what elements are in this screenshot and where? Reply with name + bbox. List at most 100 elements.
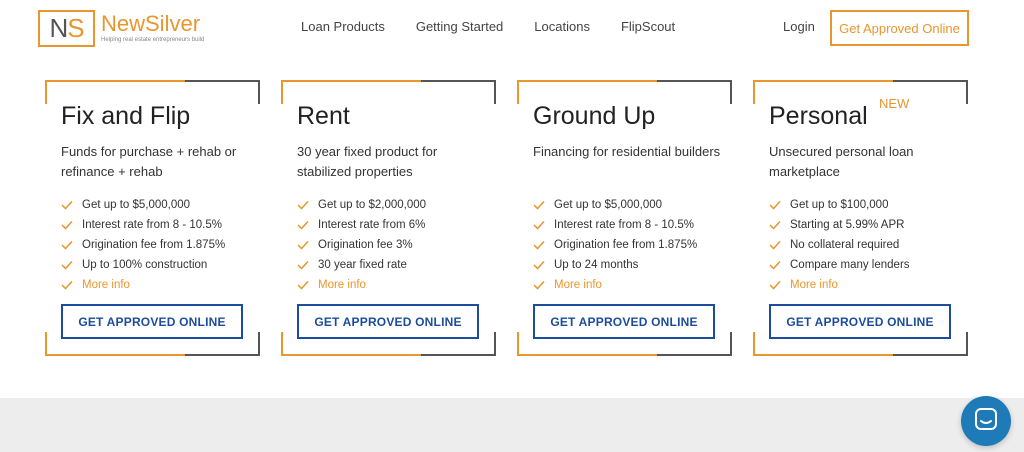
more-info-link[interactable]: More info [297,275,426,295]
feature-list: Get up to $2,000,000 Interest rate from … [297,195,426,295]
check-icon [769,215,781,235]
feature-item: Get up to $100,000 [769,195,910,215]
card-description: Funds for purchase + rehab or refinance … [61,144,237,179]
brand-tagline: Helping real estate entrepreneurs build [101,37,205,43]
feature-item: Origination fee from 1.875% [61,235,225,255]
brand-name: NewSilver [101,11,201,36]
chat-icon [974,407,998,436]
feature-item: Origination fee from 1.875% [533,235,697,255]
feature-item: Get up to $5,000,000 [61,195,225,215]
feature-item: Interest rate from 8 - 10.5% [61,215,225,235]
more-info-text[interactable]: More info [554,275,602,295]
more-info-text[interactable]: More info [790,275,838,295]
get-approved-online-button[interactable]: GET APPROVED ONLINE [61,304,243,339]
feature-item: Get up to $2,000,000 [297,195,426,215]
logo-letter-s: S [67,13,84,43]
feature-item: Interest rate from 6% [297,215,426,235]
feature-item: Interest rate from 8 - 10.5% [533,215,697,235]
logo-text: NewSilver Helping real estate entreprene… [101,13,204,44]
feature-item: Up to 24 months [533,255,697,275]
site-header: NS NewSilver Helping real estate entrepr… [0,0,1024,60]
card-description: 30 year fixed product for stabilized pro… [297,144,438,179]
check-icon [297,235,309,255]
feature-item: Starting at 5.99% APR [769,215,910,235]
check-icon [61,235,73,255]
feature-text: 30 year fixed rate [318,259,407,271]
nav-loan-products[interactable]: Loan Products [301,19,385,34]
get-approved-online-button[interactable]: GET APPROVED ONLINE [769,304,951,339]
feature-text: Interest rate from 8 - 10.5% [554,219,694,231]
card-description: Financing for residential builders [533,144,721,159]
feature-text: Get up to $2,000,000 [318,199,427,211]
check-icon [297,255,309,275]
feature-item: Get up to $5,000,000 [533,195,697,215]
check-icon [533,275,545,295]
card-border-dark [657,80,732,104]
product-card-fix-and-flip: Fix and Flip Funds for purchase + rehab … [45,80,260,356]
check-icon [769,195,781,215]
check-icon [769,235,781,255]
feature-list: Get up to $100,000 Starting at 5.99% APR… [769,195,910,295]
nav-locations[interactable]: Locations [534,19,590,34]
check-icon [61,275,73,295]
card-border-accent [281,80,421,104]
more-info-text[interactable]: More info [82,275,130,295]
feature-text: Compare many lenders [790,259,910,271]
card-border-dark [421,80,496,104]
logo-mark: NS [38,10,95,47]
get-approved-online-button[interactable]: GET APPROVED ONLINE [297,304,479,339]
card-description: Unsecured personal loan marketplace [769,144,914,179]
card-border-dark [185,80,260,104]
feature-item: Up to 100% construction [61,255,225,275]
card-title: Ground Up [533,102,656,130]
get-approved-online-button[interactable]: Get Approved Online [830,10,969,46]
more-info-text[interactable]: More info [318,275,366,295]
more-info-link[interactable]: More info [533,275,697,295]
feature-list: Get up to $5,000,000 Interest rate from … [61,195,225,295]
check-icon [297,215,309,235]
card-border-accent [753,80,893,104]
feature-text: Origination fee from 1.875% [554,239,698,251]
product-card-personal: Personal NEW Unsecured personal loan mar… [753,80,968,356]
new-badge: NEW [879,96,910,111]
check-icon [61,215,73,235]
check-icon [61,255,73,275]
get-approved-online-button[interactable]: GET APPROVED ONLINE [533,304,715,339]
card-title: Personal [769,102,868,130]
login-link[interactable]: Login [783,19,815,34]
feature-text: Get up to $5,000,000 [82,199,191,211]
more-info-link[interactable]: More info [769,275,910,295]
logo-letter-n: N [49,13,68,43]
feature-text: Origination fee 3% [318,239,413,251]
check-icon [533,215,545,235]
card-title: Fix and Flip [61,102,191,130]
more-info-link[interactable]: More info [61,275,225,295]
footer-band [0,398,1024,452]
check-icon [769,255,781,275]
check-icon [533,195,545,215]
feature-text: No collateral required [790,239,900,251]
nav-flipscout[interactable]: FlipScout [621,19,675,34]
nav-getting-started[interactable]: Getting Started [416,19,503,34]
feature-text: Up to 100% construction [82,259,208,271]
chat-launcher-button[interactable] [961,396,1011,446]
check-icon [769,275,781,295]
logo[interactable]: NS NewSilver Helping real estate entrepr… [38,10,204,47]
check-icon [297,195,309,215]
check-icon [533,235,545,255]
check-icon [533,255,545,275]
card-title: Rent [297,102,350,130]
feature-text: Get up to $100,000 [790,199,889,211]
feature-text: Get up to $5,000,000 [554,199,663,211]
product-card-ground-up: Ground Up Financing for residential buil… [517,80,732,356]
feature-item: Origination fee 3% [297,235,426,255]
feature-text: Origination fee from 1.875% [82,239,226,251]
card-border-accent [517,80,657,104]
feature-text: Starting at 5.99% APR [790,219,905,231]
product-card-rent: Rent 30 year fixed product for stabilize… [281,80,496,356]
check-icon [61,195,73,215]
feature-text: Interest rate from 8 - 10.5% [82,219,222,231]
feature-text: Up to 24 months [554,259,639,271]
main-nav: Loan Products Getting Started Locations … [301,19,706,34]
feature-item: No collateral required [769,235,910,255]
